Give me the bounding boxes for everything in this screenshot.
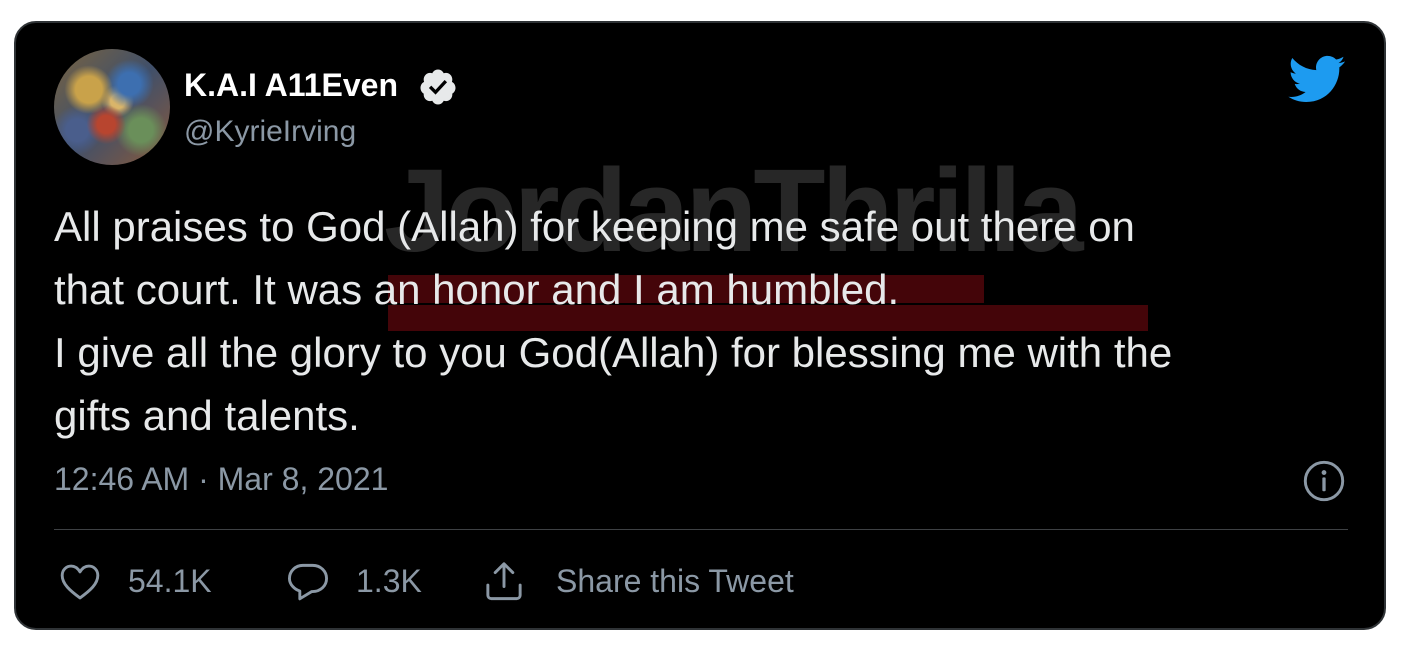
twitter-bird-icon[interactable] — [1286, 53, 1346, 105]
reply-button[interactable]: 1.3K — [286, 559, 422, 603]
divider — [54, 529, 1348, 530]
share-button[interactable]: Share this Tweet — [482, 559, 794, 603]
like-button[interactable]: 54.1K — [58, 559, 212, 603]
reply-bubble-icon — [288, 563, 328, 601]
tweet-timestamp[interactable]: 12:46 AM · Mar 8, 2021 — [54, 461, 388, 498]
like-count: 54.1K — [128, 562, 212, 599]
reply-count: 1.3K — [356, 562, 422, 599]
tweet-text: All praises to God (Allah) for keeping m… — [54, 203, 1173, 439]
share-icon — [486, 562, 522, 601]
tweet-card: K.A.I A11Even @KyrieIrving JordanThrilla… — [14, 21, 1386, 630]
author-handle[interactable]: @KyrieIrving — [184, 115, 356, 149]
verified-badge-icon — [420, 69, 456, 105]
info-icon[interactable] — [1302, 459, 1346, 503]
author-display-name[interactable]: K.A.I A11Even — [184, 67, 398, 104]
heart-icon — [60, 564, 100, 600]
avatar[interactable] — [54, 49, 170, 165]
share-label: Share this Tweet — [556, 562, 794, 599]
